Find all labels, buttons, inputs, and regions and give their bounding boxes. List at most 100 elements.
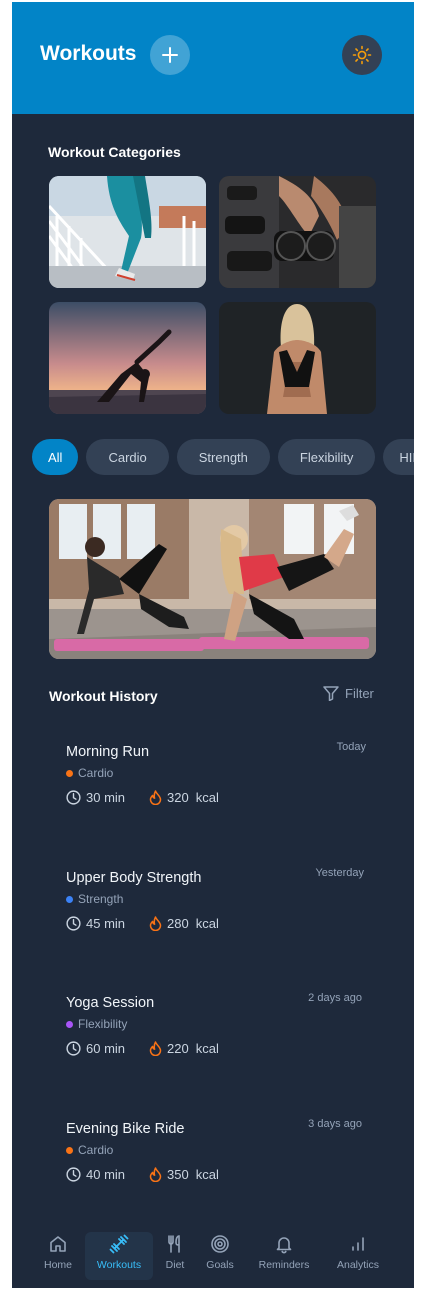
duration-stat: 45 min (66, 916, 125, 931)
flame-icon (149, 1167, 162, 1182)
entry-date: Yesterday (315, 867, 364, 879)
duration-value: 40 min (86, 1167, 126, 1182)
bell-icon (276, 1237, 292, 1254)
category-dot (66, 1020, 73, 1028)
calorie-stat: 320 kcal (149, 790, 219, 805)
nav-item-goals[interactable]: Goals (200, 1232, 240, 1280)
strength-image (219, 176, 376, 288)
filter-icon (323, 686, 339, 701)
entry-stats: 60 min 220 kcal (66, 1041, 219, 1056)
flame-icon (149, 1041, 162, 1056)
dumbbell-icon (109, 1234, 129, 1254)
entry-date: 3 days ago (308, 1118, 362, 1130)
nav-label: Goals (206, 1259, 234, 1271)
flame-icon (149, 916, 162, 931)
page-title: Workouts (40, 42, 137, 65)
entry-date: 2 days ago (308, 992, 362, 1004)
nav-item-diet[interactable]: Diet (158, 1232, 192, 1280)
app-screen: Workouts Workout Categories All Cardio S… (12, 2, 414, 1288)
duration-stat: 30 min (66, 790, 125, 805)
entry-category: Flexibility (66, 1017, 127, 1031)
calorie-value: 220 (167, 1041, 189, 1056)
history-entry[interactable]: Yoga Session 2 days ago Flexibility 60 m… (66, 992, 366, 1075)
calorie-unit: kcal (195, 916, 219, 931)
flexibility-image (49, 302, 206, 414)
app-header: Workouts (12, 2, 414, 114)
duration-value: 45 min (86, 916, 126, 931)
nav-label: Diet (165, 1259, 185, 1271)
nav-label: Analytics (336, 1259, 379, 1271)
entry-stats: 30 min 320 kcal (66, 790, 219, 805)
calorie-value: 320 (167, 790, 189, 805)
clock-icon (66, 1167, 81, 1182)
entry-category-label: Flexibility (78, 1017, 128, 1031)
hiit-image (219, 302, 376, 414)
entry-category: Strength (66, 892, 123, 906)
category-tile-strength[interactable] (219, 176, 376, 288)
history-heading: Workout History (49, 688, 158, 704)
nav-label: Home (43, 1259, 72, 1271)
category-filter-chips: All Cardio Strength Flexibility HIIT (32, 439, 414, 475)
bar-chart-icon (352, 1237, 364, 1251)
plus-icon (162, 47, 178, 63)
duration-stat: 60 min (66, 1041, 125, 1056)
category-dot (66, 1146, 73, 1154)
nav-label: Workouts (96, 1259, 142, 1271)
chip-all[interactable]: All (32, 439, 79, 475)
entry-category-label: Strength (78, 892, 124, 906)
entry-stats: 40 min 350 kcal (66, 1167, 219, 1182)
target-icon (211, 1235, 229, 1253)
filter-label: Filter (345, 686, 374, 701)
entry-category-label: Cardio (78, 1143, 114, 1157)
utensils-icon (168, 1235, 180, 1253)
history-entry[interactable]: Upper Body Strength Yesterday Strength 4… (66, 867, 366, 950)
sun-icon (352, 45, 372, 65)
clock-icon (66, 916, 81, 931)
nav-item-home[interactable]: Home (36, 1232, 80, 1280)
theme-toggle-button[interactable] (342, 35, 382, 75)
category-tile-flexibility[interactable] (49, 302, 206, 414)
featured-workout-image[interactable] (49, 499, 376, 659)
duration-value: 60 min (86, 1041, 126, 1056)
nav-item-analytics[interactable]: Analytics (330, 1232, 386, 1280)
duration-value: 30 min (86, 790, 126, 805)
clock-icon (66, 790, 81, 805)
category-dot (66, 769, 73, 777)
entry-title: Yoga Session (66, 995, 155, 1011)
calorie-value: 350 (167, 1167, 189, 1182)
add-workout-button[interactable] (150, 35, 190, 75)
category-tile-hiit[interactable] (219, 302, 376, 414)
flame-icon (149, 790, 162, 805)
calorie-value: 280 (167, 916, 189, 931)
entry-stats: 45 min 280 kcal (66, 916, 219, 931)
history-entry[interactable]: Morning Run Today Cardio 30 min 320 kcal (66, 741, 366, 824)
calorie-stat: 220 kcal (149, 1041, 219, 1056)
nav-label: Reminders (258, 1259, 310, 1271)
history-entry[interactable]: Evening Bike Ride 3 days ago Cardio 40 m… (66, 1118, 366, 1201)
group-exercise-image (49, 499, 376, 659)
calorie-unit: kcal (195, 1041, 219, 1056)
entry-category: Cardio (66, 1143, 113, 1157)
duration-stat: 40 min (66, 1167, 125, 1182)
entry-title: Upper Body Strength (66, 870, 202, 886)
home-icon (50, 1236, 66, 1252)
categories-heading: Workout Categories (48, 144, 181, 160)
nav-item-reminders[interactable]: Reminders (252, 1232, 316, 1280)
entry-title: Evening Bike Ride (66, 1121, 185, 1137)
clock-icon (66, 1041, 81, 1056)
calorie-stat: 280 kcal (149, 916, 219, 931)
chip-cardio[interactable]: Cardio (86, 439, 169, 475)
chip-flexibility[interactable]: Flexibility (277, 439, 376, 475)
chip-strength[interactable]: Strength (176, 439, 270, 475)
cardio-image (49, 176, 206, 288)
calorie-unit: kcal (195, 1167, 219, 1182)
category-dot (66, 895, 73, 903)
history-filter-button[interactable]: Filter (323, 686, 374, 701)
nav-item-workouts[interactable]: Workouts (85, 1232, 153, 1280)
category-tile-cardio[interactable] (49, 176, 206, 288)
entry-category: Cardio (66, 766, 113, 780)
chip-hiit[interactable]: HIIT (383, 439, 414, 475)
entry-date: Today (336, 741, 366, 753)
calorie-stat: 350 kcal (149, 1167, 219, 1182)
calorie-unit: kcal (195, 790, 219, 805)
